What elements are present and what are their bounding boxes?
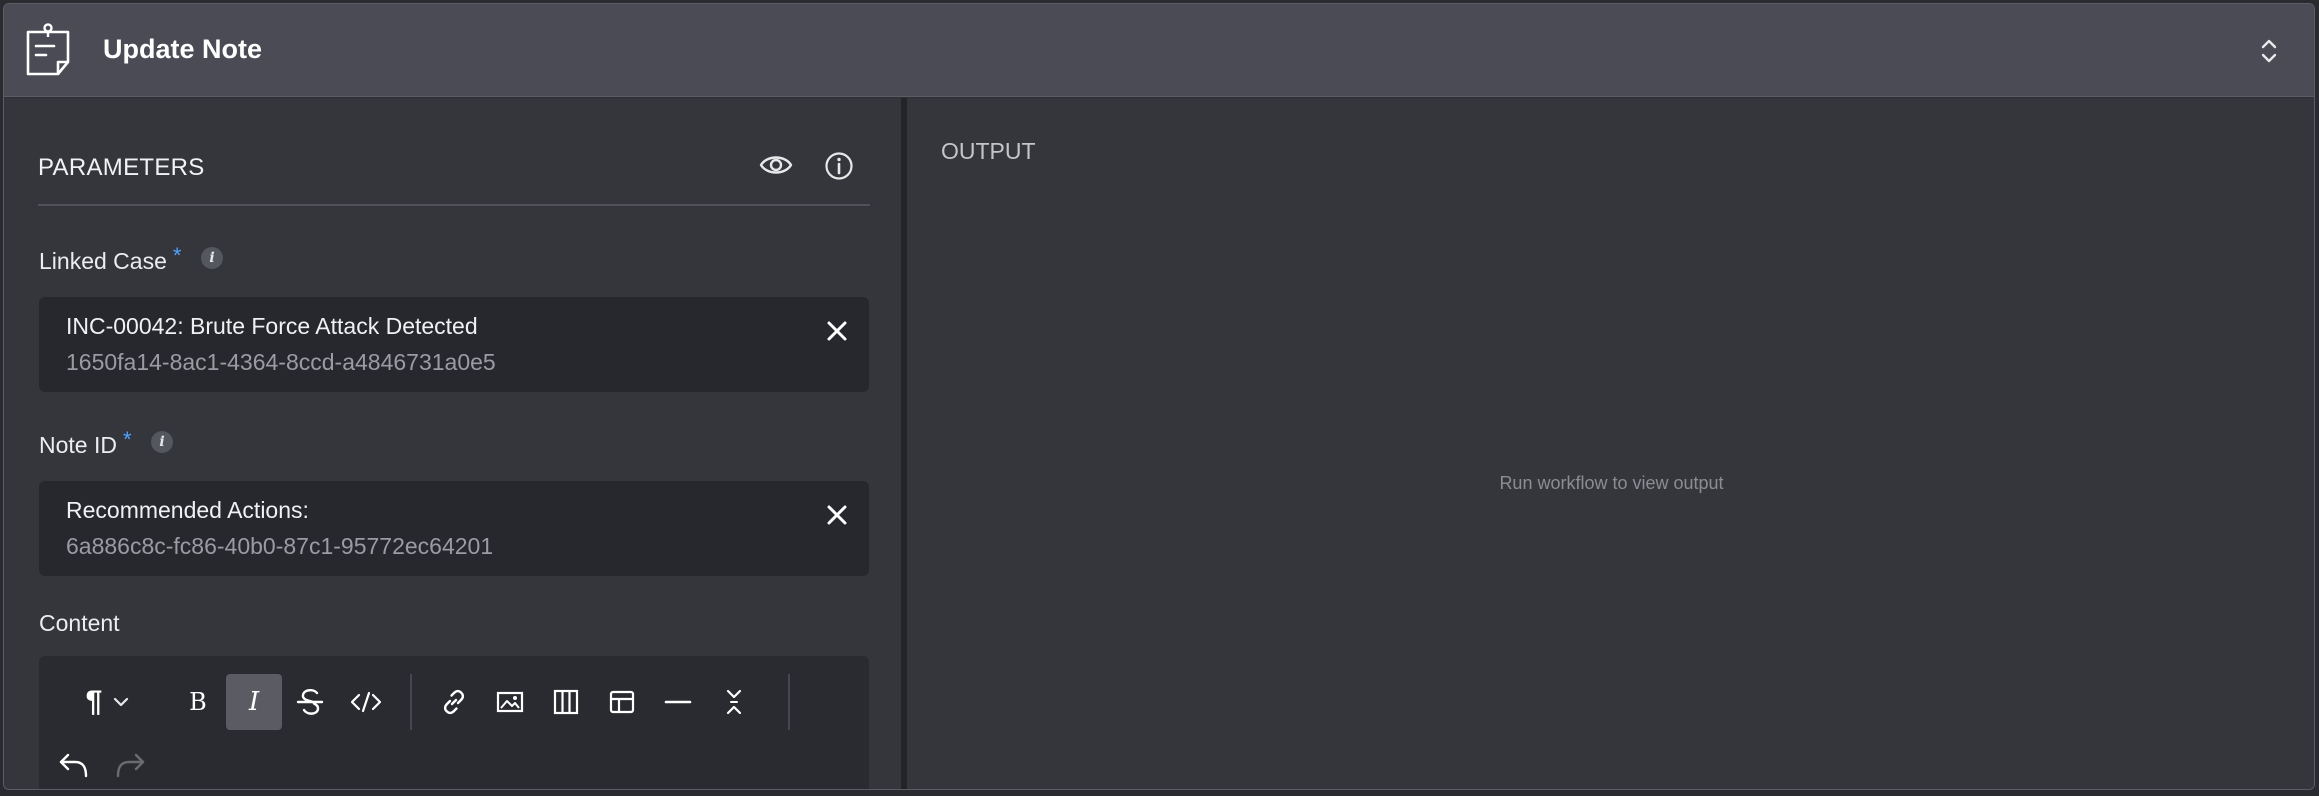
columns-button[interactable] (538, 674, 594, 730)
linked-case-label-text: Linked Case (39, 248, 167, 274)
required-marker: * (122, 427, 132, 452)
undo-icon (59, 753, 88, 778)
strikethrough-button[interactable] (282, 674, 338, 730)
paragraph-style-dropdown[interactable]: ¶ (72, 674, 144, 730)
sticky-note-icon (26, 23, 70, 76)
horizontal-rule-icon (664, 700, 692, 704)
code-icon (350, 691, 382, 713)
undo-button[interactable] (46, 737, 102, 789)
table-button[interactable] (594, 674, 650, 730)
code-button[interactable] (338, 674, 394, 730)
columns-icon (553, 689, 579, 715)
content-editor: ¶ B I (39, 656, 869, 789)
note-id-info-icon[interactable]: i (151, 431, 173, 453)
image-button[interactable] (482, 674, 538, 730)
redo-button[interactable] (102, 737, 158, 789)
link-button[interactable] (426, 674, 482, 730)
linked-case-select[interactable]: INC-00042: Brute Force Attack Detected 1… (39, 297, 869, 392)
output-heading: OUTPUT (941, 138, 1036, 164)
toolbar-separator (410, 674, 412, 730)
output-panel: OUTPUT Run workflow to view output (907, 98, 2314, 789)
bold-icon: B (189, 688, 207, 716)
bold-button[interactable]: B (170, 674, 226, 730)
clear-linked-case-icon[interactable] (825, 319, 849, 343)
note-id-label-text: Note ID (39, 432, 117, 458)
update-note-window: Update Note PARAMETERS Linked Case * i IN… (3, 3, 2315, 790)
toolbar-separator (788, 674, 790, 730)
collapse-icon (726, 689, 742, 715)
expand-collapse-icon[interactable] (2258, 36, 2280, 66)
collapse-button[interactable] (706, 674, 762, 730)
horizontal-rule-button[interactable] (650, 674, 706, 730)
page-title: Update Note (103, 34, 263, 64)
clear-note-id-icon[interactable] (825, 503, 849, 527)
image-icon (496, 691, 524, 713)
note-id-select[interactable]: Recommended Actions: 6a886c8c-fc86-40b0-… (39, 481, 869, 576)
link-icon (443, 689, 465, 715)
node-header: Update Note (4, 4, 2314, 97)
output-empty-message: Run workflow to view output (1499, 473, 1724, 493)
note-id-value-title: Recommended Actions: (66, 497, 309, 523)
italic-icon: I (248, 687, 260, 717)
redo-icon (116, 753, 145, 778)
paragraph-icon: ¶ (85, 685, 103, 718)
note-id-value-id: 6a886c8c-fc86-40b0-87c1-95772ec64201 (66, 533, 494, 559)
linked-case-value-id: 1650fa14-8ac1-4364-8ccd-a4846731a0e5 (66, 349, 496, 375)
info-icon[interactable] (824, 151, 854, 181)
table-icon (609, 690, 635, 714)
linked-case-info-icon[interactable]: i (201, 247, 223, 269)
note-id-label: Note ID * (39, 427, 132, 459)
chevron-down-icon (114, 697, 129, 707)
strikethrough-icon (296, 689, 324, 715)
required-marker: * (172, 243, 182, 268)
parameters-panel: PARAMETERS Linked Case * i INC-00042: Bru… (4, 98, 901, 789)
linked-case-value-title: INC-00042: Brute Force Attack Detected (66, 313, 478, 339)
linked-case-label: Linked Case * (39, 243, 181, 275)
content-label: Content (39, 610, 120, 636)
parameters-heading: PARAMETERS (38, 154, 205, 181)
section-divider (38, 204, 870, 206)
italic-button[interactable]: I (226, 674, 282, 730)
eye-icon[interactable] (759, 152, 793, 178)
